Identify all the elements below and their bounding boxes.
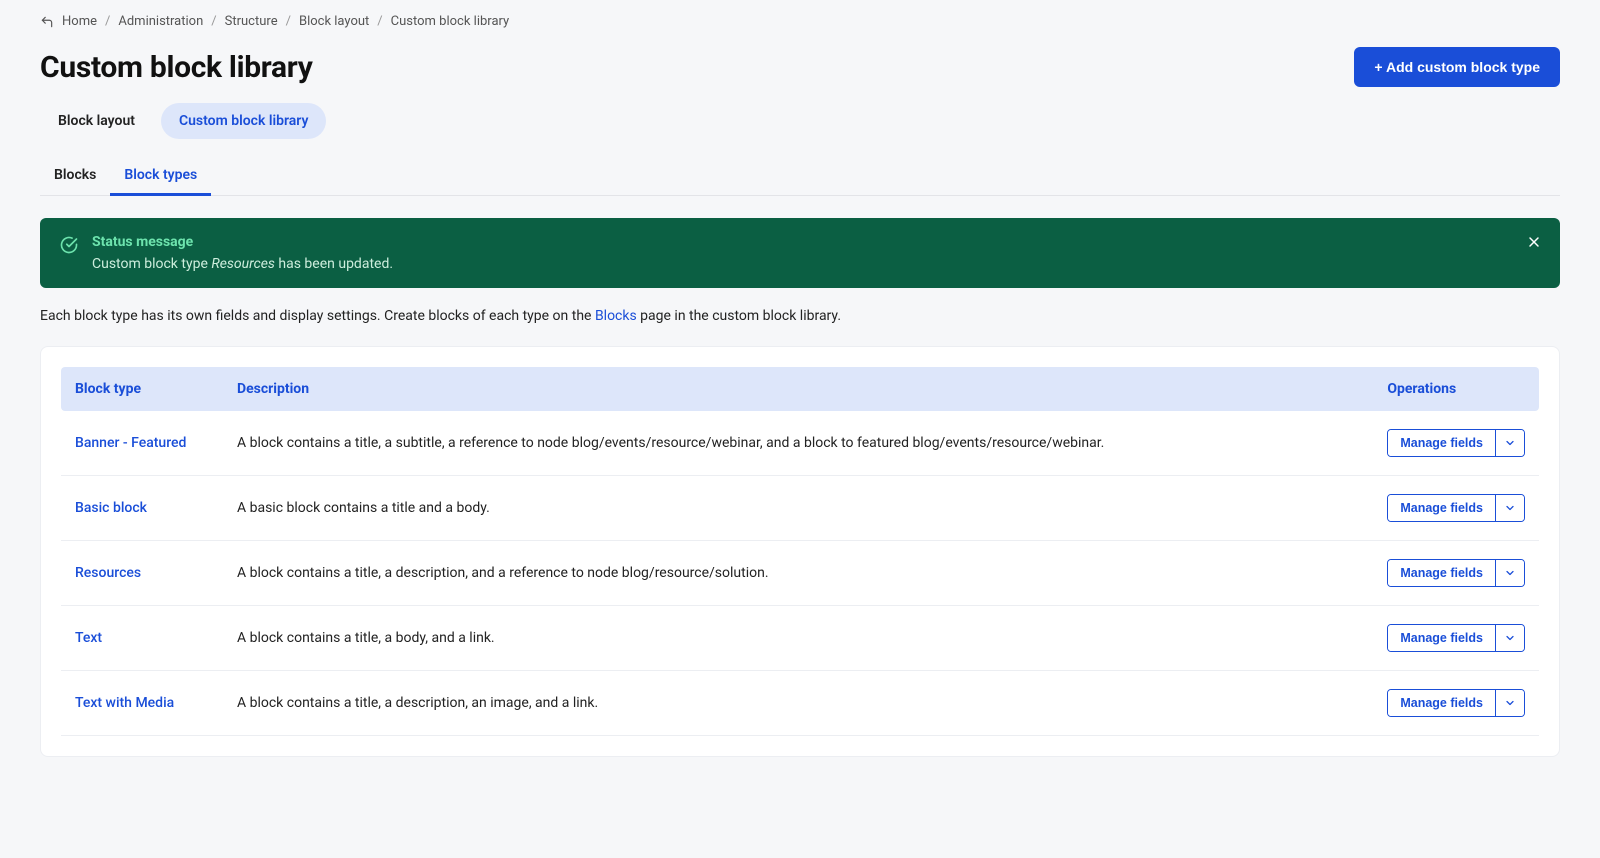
tab-blocks[interactable]: Blocks [40, 157, 110, 196]
block-type-description: A block contains a title, a subtitle, a … [223, 411, 1373, 476]
table-row: Banner - Featured A block contains a titl… [61, 411, 1539, 476]
manage-fields-button[interactable]: Manage fields [1388, 560, 1495, 586]
block-type-description: A block contains a title, a description,… [223, 541, 1373, 606]
breadcrumb-separator: / [286, 14, 291, 29]
tab-custom-block-library[interactable]: Custom block library [161, 103, 326, 139]
col-header-operations: Operations [1373, 367, 1539, 411]
block-types-card: Block type Description Operations Banner… [40, 346, 1560, 757]
chevron-down-icon [1504, 437, 1516, 449]
table-row: Text with Media A block contains a title,… [61, 671, 1539, 736]
col-header-description[interactable]: Description [223, 367, 1373, 411]
breadcrumb-item-current: Custom block library [391, 14, 510, 29]
manage-fields-button[interactable]: Manage fields [1388, 625, 1495, 651]
manage-fields-splitbutton: Manage fields [1387, 559, 1525, 587]
breadcrumb: Home / Administration / Structure / Bloc… [40, 14, 1560, 29]
chevron-down-icon [1504, 502, 1516, 514]
breadcrumb-item-home[interactable]: Home [62, 14, 97, 29]
intro-text: Each block type has its own fields and d… [40, 308, 1560, 324]
status-text: Custom block type Resources has been upd… [92, 256, 393, 272]
table-row: Resources A block contains a title, a des… [61, 541, 1539, 606]
manage-fields-splitbutton: Manage fields [1387, 494, 1525, 522]
page-title: Custom block library [40, 50, 313, 85]
block-type-description: A block contains a title, a body, and a … [223, 606, 1373, 671]
secondary-tabs: Blocks Block types [40, 157, 1560, 196]
status-title: Status message [92, 234, 393, 250]
manage-fields-splitbutton: Manage fields [1387, 429, 1525, 457]
manage-fields-splitbutton: Manage fields [1387, 689, 1525, 717]
check-circle-icon [60, 236, 78, 254]
add-custom-block-type-button[interactable]: + Add custom block type [1354, 47, 1560, 87]
operations-dropdown-toggle[interactable] [1495, 495, 1524, 521]
table-row: Basic block A basic block contains a titl… [61, 476, 1539, 541]
breadcrumb-item-block-layout[interactable]: Block layout [299, 14, 369, 29]
block-type-description: A basic block contains a title and a bod… [223, 476, 1373, 541]
block-types-table: Block type Description Operations Banner… [61, 367, 1539, 736]
blocks-link[interactable]: Blocks [595, 308, 637, 324]
block-type-link[interactable]: Text [75, 630, 102, 646]
breadcrumb-item-administration[interactable]: Administration [118, 14, 203, 29]
table-row: Text A block contains a title, a body, an… [61, 606, 1539, 671]
breadcrumb-item-structure[interactable]: Structure [225, 14, 278, 29]
close-icon[interactable] [1526, 234, 1542, 250]
manage-fields-button[interactable]: Manage fields [1388, 690, 1495, 716]
tab-block-types[interactable]: Block types [110, 157, 211, 196]
primary-tabs: Block layout Custom block library [40, 103, 1560, 139]
block-type-link[interactable]: Text with Media [75, 695, 174, 711]
operations-dropdown-toggle[interactable] [1495, 560, 1524, 586]
col-header-block-type[interactable]: Block type [61, 367, 223, 411]
breadcrumb-separator: / [211, 14, 216, 29]
block-type-link[interactable]: Basic block [75, 500, 147, 516]
manage-fields-button[interactable]: Manage fields [1388, 430, 1495, 456]
back-arrow-icon[interactable] [40, 15, 54, 29]
block-type-description: A block contains a title, a description,… [223, 671, 1373, 736]
block-type-link[interactable]: Resources [75, 565, 141, 581]
manage-fields-button[interactable]: Manage fields [1388, 495, 1495, 521]
operations-dropdown-toggle[interactable] [1495, 625, 1524, 651]
breadcrumb-separator: / [105, 14, 110, 29]
manage-fields-splitbutton: Manage fields [1387, 624, 1525, 652]
chevron-down-icon [1504, 567, 1516, 579]
chevron-down-icon [1504, 697, 1516, 709]
operations-dropdown-toggle[interactable] [1495, 430, 1524, 456]
block-type-link[interactable]: Banner - Featured [75, 435, 186, 451]
chevron-down-icon [1504, 632, 1516, 644]
breadcrumb-separator: / [377, 14, 382, 29]
tab-block-layout[interactable]: Block layout [40, 103, 153, 139]
status-message: Status message Custom block type Resourc… [40, 218, 1560, 288]
operations-dropdown-toggle[interactable] [1495, 690, 1524, 716]
